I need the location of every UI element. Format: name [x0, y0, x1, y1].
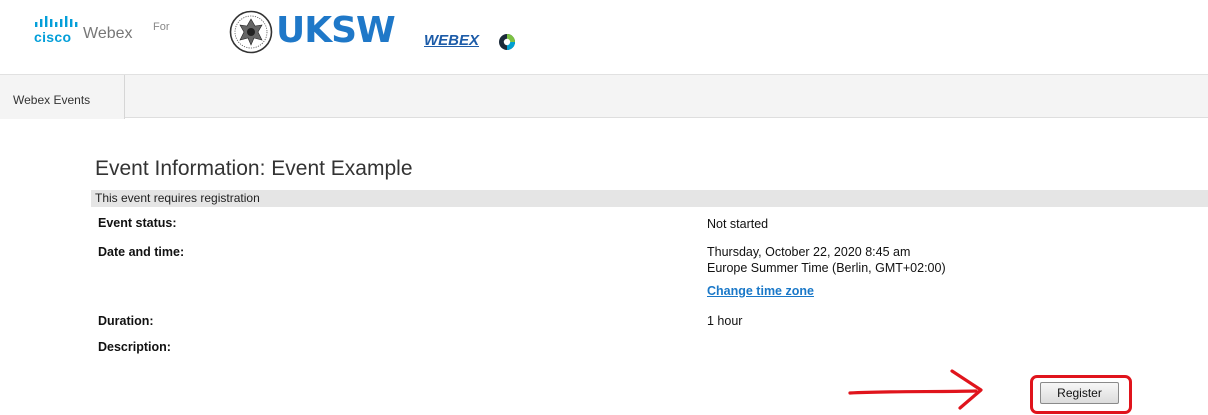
event-status-label: Event status: [98, 216, 177, 230]
date-time-label: Date and time: [98, 245, 185, 259]
red-arrow-annotation [848, 369, 983, 410]
registration-banner: This event requires registration [91, 190, 1208, 207]
duration-label: Duration: [98, 314, 154, 328]
register-button[interactable]: Register [1040, 382, 1119, 404]
nav-bar: Webex Events [0, 74, 1208, 119]
header-bar: cisco Webex For UKSW WEBEX [0, 0, 1208, 74]
webex-sub-logo: WEBEX [424, 32, 480, 49]
webex-wordmark: Webex [83, 25, 133, 42]
tab-webex-events[interactable]: Webex Events [0, 75, 125, 119]
page-title: Event Information: Event Example [95, 157, 413, 180]
description-label: Description: [98, 340, 171, 354]
for-label: For [153, 21, 170, 33]
event-status-value: Not started [707, 217, 769, 231]
university-seal-icon [229, 10, 273, 54]
duration-value: 1 hour [707, 314, 743, 328]
cisco-wordmark: cisco [34, 29, 72, 45]
time-zone-value: Europe Summer Time (Berlin, GMT+02:00) [707, 261, 946, 275]
date-time-value: Thursday, October 22, 2020 8:45 am [707, 245, 911, 259]
webex-ball-icon [499, 34, 515, 50]
change-time-zone-link[interactable]: Change time zone [707, 284, 814, 298]
registration-note: This event requires registration [95, 191, 260, 205]
uksw-logo-text: UKSW [276, 10, 396, 51]
